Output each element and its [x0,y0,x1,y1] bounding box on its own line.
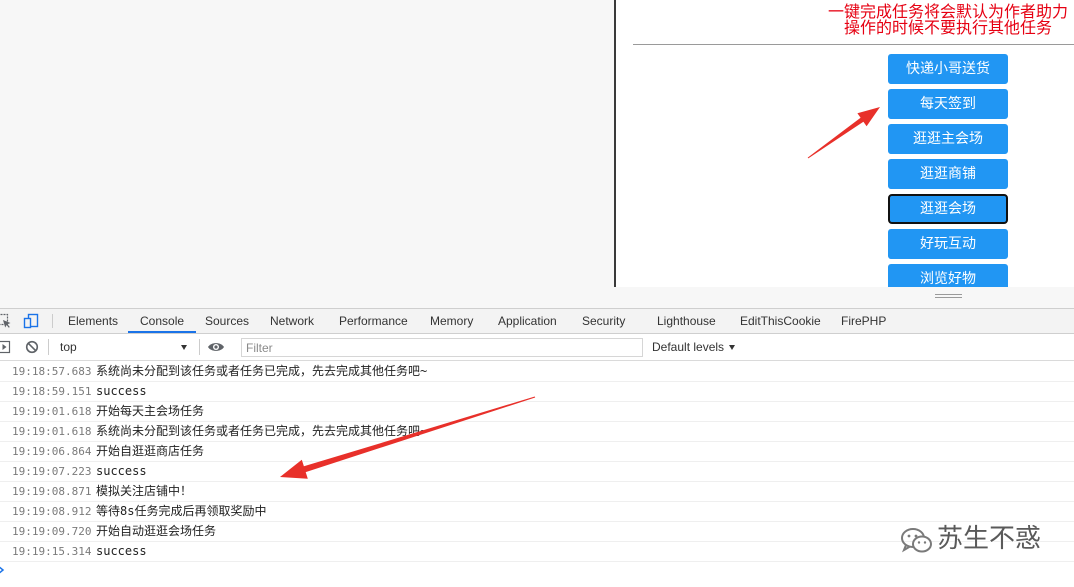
filter-input[interactable] [241,338,643,357]
console-toolbar: top Default levels [0,334,1074,361]
tab-performance[interactable]: Performance [339,309,408,333]
message-timestamp: 19:19:07.223 [12,465,92,478]
console-message: 19:19:07.223 success [0,462,1074,482]
console-message: 19:18:57.683 系统尚未分配到该任务或者任务已完成，先去完成其他任务吧… [0,362,1074,382]
inspect-element-button[interactable] [0,313,12,329]
message-text: 模拟关注店铺中！ [96,484,193,498]
tab-security[interactable]: Security [582,309,625,333]
log-levels-dropdown[interactable]: Default levels [652,334,742,360]
console-prompt[interactable] [0,562,1074,582]
page-viewport: 一键完成任务将会默认为作者助力 操作的时候不要执行其他任务 快递小哥送货 每天签… [0,0,1074,308]
live-expression-button[interactable] [207,340,225,354]
wechat-icon [901,528,932,553]
console-message: 19:19:08.912 等待8s任务完成后再领取奖励中 [0,502,1074,522]
devtools-tabbar: Elements Console Sources Network Perform… [0,308,1074,334]
message-text: success [96,544,147,558]
tab-editthiscookie[interactable]: EditThisCookie [740,309,821,333]
task-button-main-venue[interactable]: 逛逛主会场 [888,124,1008,154]
tab-network[interactable]: Network [270,309,314,333]
device-toolbar-icon [23,313,39,329]
inspect-element-icon [0,313,11,328]
tab-lighthouse[interactable]: Lighthouse [657,309,716,333]
console-message: 19:19:08.871 模拟关注店铺中！ [0,482,1074,502]
toolbar-separator [48,339,49,355]
notice-line-2: 操作的时候不要执行其他任务 [843,18,1053,37]
resize-handle-icon[interactable] [935,294,962,298]
clear-console-icon [25,340,39,354]
console-message: 19:19:01.618 系统尚未分配到该任务或者任务已完成，先去完成其他任务吧… [0,422,1074,442]
context-selector-label: top [60,340,77,354]
message-timestamp: 19:19:06.864 [12,445,92,458]
chevron-right-icon [0,566,5,574]
clear-console-button[interactable] [25,340,39,354]
task-button-daily-signin[interactable]: 每天签到 [888,89,1008,119]
message-timestamp: 19:19:01.618 [12,405,92,418]
message-timestamp: 19:18:59.151 [12,385,92,398]
task-button-browse-goods[interactable]: 浏览好物 [888,264,1008,287]
watermark-text: 苏生不惑 [937,524,1042,554]
message-text: 开始每天主会场任务 [96,404,205,418]
message-text: 开始自逛逛商店任务 [96,444,205,458]
message-text: 系统尚未分配到该任务或者任务已完成，先去完成其他任务吧~ [96,424,428,438]
message-timestamp: 19:19:08.871 [12,485,92,498]
tab-firephp[interactable]: FirePHP [841,309,886,333]
log-levels-label: Default levels [652,340,725,354]
message-text: success [96,384,147,398]
console-message: 19:19:06.864 开始自逛逛商店任务 [0,442,1074,462]
tab-elements[interactable]: Elements [68,309,118,333]
message-timestamp: 19:18:57.683 [12,365,92,378]
task-button-venue[interactable]: 逛逛会场 [888,194,1008,224]
tab-console[interactable]: Console [127,309,197,333]
tab-application[interactable]: Application [498,309,557,333]
device-screen: 一键完成任务将会默认为作者助力 操作的时候不要执行其他任务 快递小哥送货 每天签… [614,0,1074,287]
context-selector[interactable]: top [60,334,192,360]
message-text: 系统尚未分配到该任务或者任务已完成，先去完成其他任务吧~ [96,364,428,378]
message-timestamp: 19:19:08.912 [12,505,92,518]
message-timestamp: 19:19:01.618 [12,425,92,438]
task-button-courier[interactable]: 快递小哥送货 [888,54,1008,84]
tab-memory[interactable]: Memory [430,309,473,333]
task-button-shops[interactable]: 逛逛商铺 [888,159,1008,189]
chevron-down-icon [181,345,187,350]
sidebar-toggle-button[interactable] [0,340,11,354]
sidebar-toggle-icon [0,340,11,354]
chevron-down-icon [729,345,735,350]
message-text: 等待8s任务完成后再领取奖励中 [96,504,267,518]
task-button-interaction[interactable]: 好玩互动 [888,229,1008,259]
device-toolbar-button[interactable] [23,313,39,329]
toolbar-separator [199,339,200,355]
console-message: 19:19:01.618 开始每天主会场任务 [0,402,1074,422]
notice-text: 一键完成任务将会默认为作者助力 操作的时候不要执行其他任务 [828,4,1068,36]
message-text: success [96,464,147,478]
eye-icon [208,343,224,351]
message-timestamp: 19:19:15.314 [12,545,92,558]
message-timestamp: 19:19:09.720 [12,525,92,538]
tabbar-separator [52,314,53,328]
tab-sources[interactable]: Sources [205,309,249,333]
divider [633,44,1074,45]
message-text: 开始自动逛逛会场任务 [96,524,217,538]
console-message: 19:18:59.151 success [0,382,1074,402]
